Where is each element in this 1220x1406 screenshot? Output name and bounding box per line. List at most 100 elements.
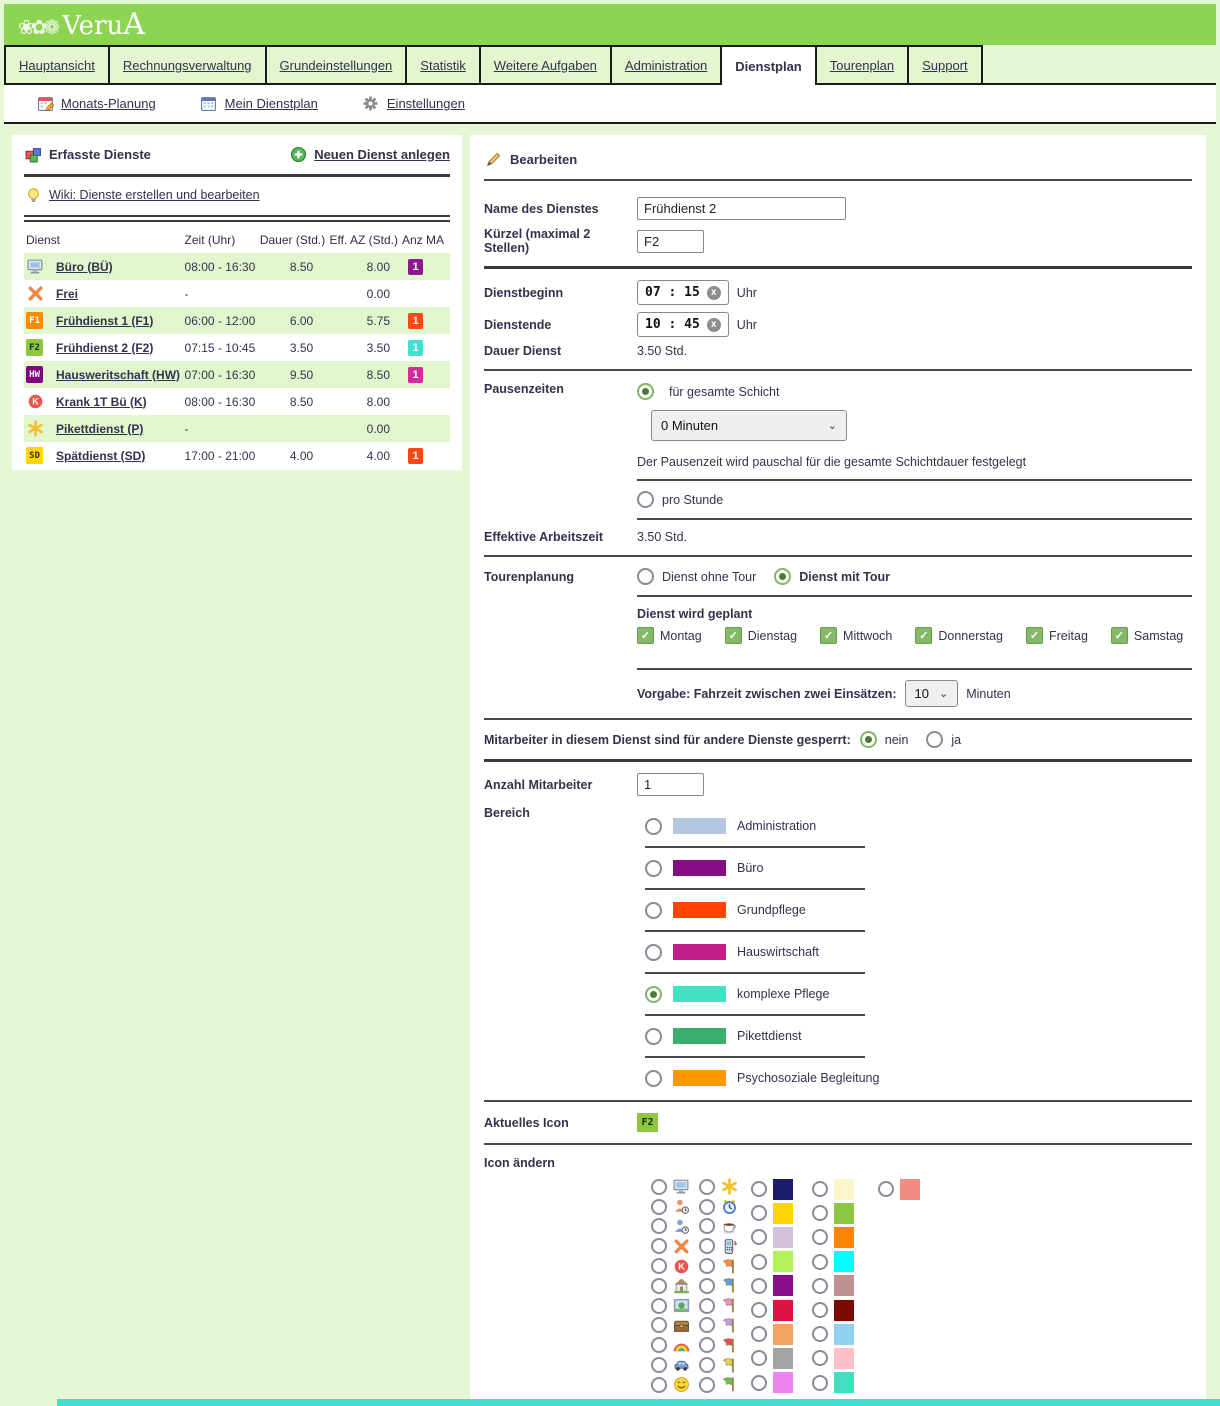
icon-radio-flag-pink[interactable] [699, 1298, 715, 1314]
tab-weitere-aufgaben[interactable]: Weitere Aufgaben [479, 45, 612, 83]
anzahl-input[interactable] [637, 773, 704, 796]
clear-end-icon[interactable]: x [707, 318, 721, 332]
icon-radio-flag-violet[interactable] [699, 1317, 715, 1333]
bereich-radio-komplexe-pflege[interactable] [645, 986, 662, 1003]
color-radio[interactable] [751, 1350, 767, 1366]
icon-radio-coffee[interactable] [699, 1218, 715, 1234]
icon-radio-k-circle[interactable] [651, 1258, 667, 1274]
gesperrt-nein-radio[interactable] [860, 731, 877, 748]
icon-radio-phone[interactable] [699, 1238, 715, 1254]
color-radio[interactable] [751, 1375, 767, 1391]
tab-statistik[interactable]: Statistik [405, 45, 481, 83]
subnav-item-einstellungen[interactable]: Einstellungen [362, 95, 465, 113]
wiki-link[interactable]: Wiki: Dienste erstellen und bearbeiten [49, 188, 260, 202]
color-radio[interactable] [751, 1254, 767, 1270]
icon-radio-flag-green[interactable] [699, 1377, 715, 1393]
tab-tourenplan[interactable]: Tourenplan [815, 45, 909, 83]
service-link[interactable]: Frühdienst 1 (F1) [56, 314, 153, 328]
tab-rechnungsverwaltung[interactable]: Rechnungsverwaltung [108, 45, 267, 83]
gesperrt-ja-radio[interactable] [926, 731, 943, 748]
icon-radio-flag-yellow[interactable] [699, 1357, 715, 1373]
begin-time-input[interactable]: 07 : 15 x [637, 280, 729, 305]
color-radio[interactable] [812, 1326, 828, 1342]
tour-ohne-radio[interactable] [637, 568, 654, 585]
tab-support[interactable]: Support [907, 45, 983, 83]
checkbox-samstag[interactable]: ✓ [1111, 627, 1128, 644]
checkbox-mittwoch[interactable]: ✓ [820, 627, 837, 644]
bereich-option-komplexe-pflege[interactable]: komplexe Pflege [645, 983, 1192, 1005]
icon-radio-alarm-clock[interactable] [699, 1199, 715, 1215]
icon-radio-rainbow[interactable] [651, 1337, 667, 1353]
icon-radio-smiley[interactable] [651, 1377, 667, 1393]
service-link[interactable]: Hausweritschaft (HW) [56, 368, 180, 382]
bereich-option-hauswirtschaft[interactable]: Hauswirtschaft [645, 941, 1192, 963]
color-radio[interactable] [812, 1375, 828, 1391]
end-time-input[interactable]: 10 : 45 x [637, 312, 729, 337]
service-link[interactable]: Pikettdienst (P) [56, 422, 143, 436]
checkbox-donnerstag[interactable]: ✓ [915, 627, 932, 644]
bereich-option-psychosoziale-begleitung[interactable]: Psychosoziale Begleitung [645, 1067, 1192, 1089]
bereich-option-pikettdienst[interactable]: Pikettdienst [645, 1025, 1192, 1047]
checkbox-montag[interactable]: ✓ [637, 627, 654, 644]
bereich-radio-hauswirtschaft[interactable] [645, 944, 662, 961]
icon-radio-flag-blue[interactable] [699, 1278, 715, 1294]
color-radio[interactable] [751, 1278, 767, 1294]
service-link[interactable]: Spätdienst (SD) [56, 449, 145, 463]
bereich-radio-administration[interactable] [645, 818, 662, 835]
new-service-link[interactable]: Neuen Dienst anlegen [314, 147, 450, 162]
color-radio[interactable] [751, 1302, 767, 1318]
service-icon-cell [24, 253, 54, 280]
icon-radio-picture[interactable] [651, 1298, 667, 1314]
color-radio[interactable] [812, 1254, 828, 1270]
icon-radio-house[interactable] [651, 1278, 667, 1294]
color-radio[interactable] [812, 1229, 828, 1245]
icon-radio-flag-orange[interactable] [699, 1258, 715, 1274]
tab-dienstplan[interactable]: Dienstplan [720, 45, 816, 85]
pausen-minuten-select[interactable]: 0 Minuten ⌄ [651, 410, 847, 441]
tour-mit-radio[interactable] [774, 568, 791, 585]
bereich-option-administration[interactable]: Administration [645, 815, 1192, 837]
bereich-option-b-ro[interactable]: Büro [645, 857, 1192, 879]
pausen-stunde-radio[interactable] [637, 491, 654, 508]
tab-grundeinstellungen[interactable]: Grundeinstellungen [265, 45, 408, 83]
color-radio[interactable] [812, 1205, 828, 1221]
icon-radio-flag-red[interactable] [699, 1337, 715, 1353]
icon-radio-person-blue[interactable] [651, 1218, 667, 1234]
color-radio[interactable] [751, 1326, 767, 1342]
bereich-option-grundpflege[interactable]: Grundpflege [645, 899, 1192, 921]
icon-radio-person-orange[interactable] [651, 1199, 667, 1215]
bereich-radio-psychosoziale-begleitung[interactable] [645, 1070, 662, 1087]
bereich-radio-b-ro[interactable] [645, 860, 662, 877]
service-link[interactable]: Frühdienst 2 (F2) [56, 341, 153, 355]
bereich-radio-grundpflege[interactable] [645, 902, 662, 919]
fahrzeit-select[interactable]: 10 ⌄ [905, 680, 959, 707]
color-radio[interactable] [751, 1205, 767, 1221]
checkbox-dienstag[interactable]: ✓ [725, 627, 742, 644]
service-link[interactable]: Büro (BÜ) [56, 260, 113, 274]
color-radio[interactable] [878, 1181, 894, 1197]
icon-radio-x-mark[interactable] [651, 1238, 667, 1254]
pausen-schicht-radio[interactable] [637, 383, 654, 400]
color-radio[interactable] [751, 1181, 767, 1197]
name-input[interactable] [637, 197, 846, 220]
clear-begin-icon[interactable]: x [707, 286, 721, 300]
icon-radio-computer[interactable] [651, 1179, 667, 1195]
flag-yellow-icon [720, 1356, 738, 1374]
service-link[interactable]: Krank 1T Bü (K) [56, 395, 147, 409]
service-link[interactable]: Frei [56, 287, 78, 301]
icon-radio-car[interactable] [651, 1357, 667, 1373]
checkbox-freitag[interactable]: ✓ [1026, 627, 1043, 644]
tab-hauptansicht[interactable]: Hauptansicht [4, 45, 110, 83]
kuerzel-input[interactable] [637, 230, 704, 253]
color-radio[interactable] [751, 1229, 767, 1245]
color-radio[interactable] [812, 1350, 828, 1366]
subnav-item-mein-dienstplan[interactable]: Mein Dienstplan [200, 95, 318, 113]
tab-administration[interactable]: Administration [610, 45, 722, 83]
color-radio[interactable] [812, 1181, 828, 1197]
bereich-radio-pikettdienst[interactable] [645, 1028, 662, 1045]
icon-radio-chest[interactable] [651, 1317, 667, 1333]
icon-radio-asterisk[interactable] [699, 1179, 715, 1195]
subnav-item-monats-planung[interactable]: Monats-Planung [36, 95, 156, 113]
color-radio[interactable] [812, 1302, 828, 1318]
color-radio[interactable] [812, 1278, 828, 1294]
